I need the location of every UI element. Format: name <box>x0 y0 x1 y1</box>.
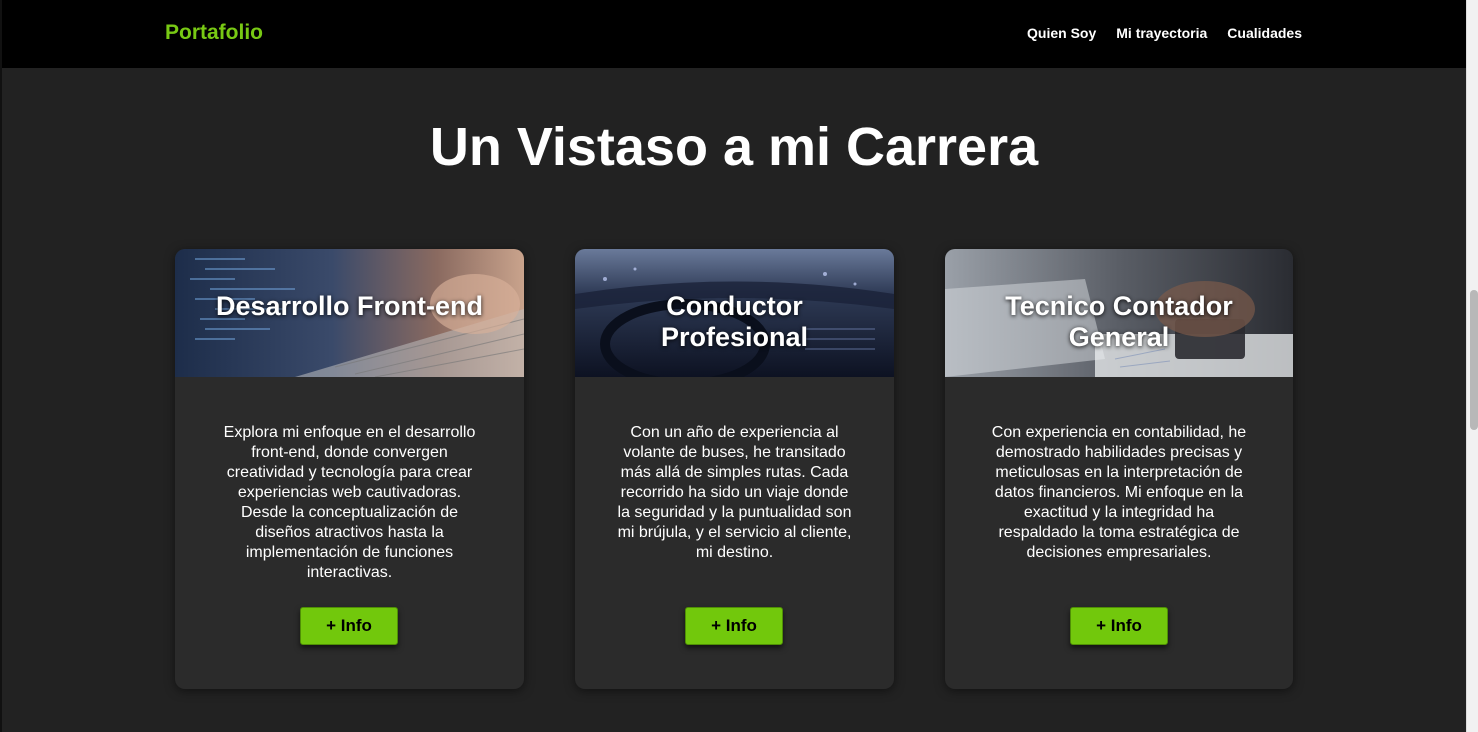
card-header-image: Tecnico Contador General <box>945 249 1293 377</box>
info-button-frontend[interactable]: + Info <box>300 607 398 645</box>
card-description: Con experiencia en contabilidad, he demo… <box>991 424 1247 561</box>
info-button-contador[interactable]: + Info <box>1070 607 1168 645</box>
card-header-image: Desarrollo Front-end <box>175 249 524 377</box>
browser-viewport: Portafolio Quien Soy Mi trayectoria Cual… <box>0 0 1478 732</box>
navbar: Portafolio Quien Soy Mi trayectoria Cual… <box>2 0 1466 68</box>
card-title: Tecnico Contador General <box>1005 291 1233 352</box>
card-title: Desarrollo Front-end <box>215 291 484 321</box>
page-title: Un Vistaso a mi Carrera <box>429 117 1039 177</box>
card-contador: Tecnico Contador General Con experiencia… <box>945 249 1293 689</box>
card-header-image: Conductor Profesional <box>575 249 894 377</box>
info-button-conductor[interactable]: + Info <box>685 607 783 645</box>
scrollbar-thumb[interactable] <box>1470 290 1478 430</box>
scrollbar[interactable] <box>1466 0 1478 732</box>
career-section: Un Vistaso a mi Carrera Desarrollo Front… <box>2 68 1466 732</box>
card-frontend: Desarrollo Front-end Explora mi enfoque … <box>175 249 524 689</box>
card-title: Conductor Profesional <box>660 291 809 352</box>
nav-link-quien-soy[interactable]: Quien Soy <box>1027 25 1096 41</box>
nav-link-cualidades[interactable]: Cualidades <box>1227 25 1302 41</box>
card-description: Con un año de experiencia al volante de … <box>617 424 852 561</box>
card-conductor: Conductor Profesional Con un año de expe… <box>575 249 894 689</box>
nav-links: Quien Soy Mi trayectoria Cualidades <box>1027 25 1302 41</box>
nav-link-mi-trayectoria[interactable]: Mi trayectoria <box>1116 25 1207 41</box>
brand-logo[interactable]: Portafolio <box>165 21 263 45</box>
card-description: Explora mi enfoque en el desarrollo fron… <box>223 424 476 581</box>
